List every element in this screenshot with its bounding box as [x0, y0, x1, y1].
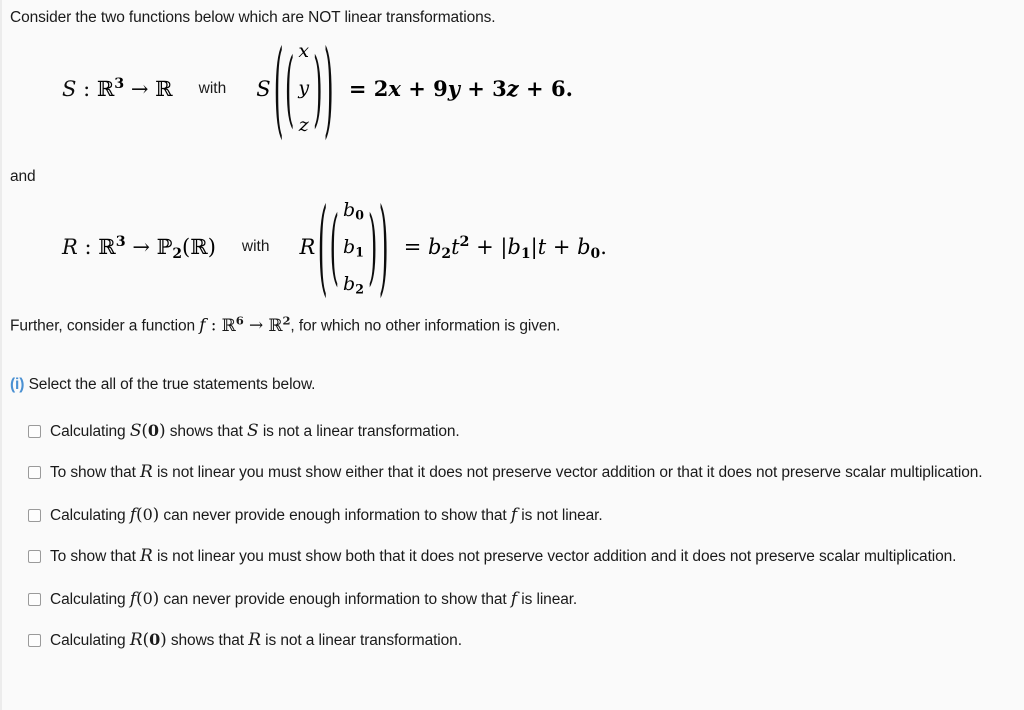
- outer-paren-right: ): [324, 28, 335, 150]
- checkbox-icon[interactable]: [28, 550, 41, 564]
- checkbox-icon[interactable]: [28, 509, 41, 523]
- option-label: Calculating S(0) shows that S is not a l…: [50, 421, 460, 442]
- checkbox-icon[interactable]: [28, 425, 41, 439]
- inner-paren-right: ): [367, 199, 378, 296]
- inner-paren-right: ): [313, 40, 323, 138]
- option-r-either-addition-or-scalar[interactable]: To show that R is not linear you must sh…: [28, 461, 1024, 484]
- option-label: Calculating f(0) can never provide enoug…: [50, 505, 603, 526]
- equation-s-name: S: [62, 77, 77, 102]
- vector-entry: b2: [343, 272, 364, 297]
- option-label: To show that R is not linear you must sh…: [50, 546, 957, 567]
- equation-s-domain: ℝ3: [96, 76, 125, 102]
- equation-r-vector: b0 b1 b2: [340, 192, 367, 303]
- vector-entry: y: [298, 77, 310, 100]
- equation-s-with-label: with: [198, 79, 227, 97]
- equation-r-signature: R : ℝ3 → ℙ2(ℝ): [62, 233, 216, 262]
- option-f-zero-never-show-linear[interactable]: Calculating f(0) can never provide enoug…: [28, 588, 1024, 611]
- intro-text: Consider the two functions below which a…: [10, 9, 496, 26]
- equation-s-rhs: = 2x + 9y + 3z + 6.: [348, 76, 573, 102]
- equation-r: R : ℝ3 → ℙ2(ℝ) with R ( ( b0 b1 b2 ) ) =…: [10, 192, 1024, 303]
- equation-s-signature: S : ℝ3 → ℝ: [62, 76, 173, 102]
- vector-entry: z: [298, 114, 309, 137]
- vector-entry: b0: [343, 198, 364, 223]
- option-label: Calculating f(0) can never provide enoug…: [50, 589, 578, 610]
- content-area: Consider the two functions below which a…: [2, 0, 1024, 652]
- outer-paren-left: (: [318, 186, 328, 309]
- equation-r-with-label: with: [241, 238, 270, 256]
- equation-r-func-label: R: [299, 235, 316, 260]
- option-r-both-addition-and-scalar[interactable]: To show that R is not linear you must sh…: [28, 545, 1024, 568]
- further-prefix: Further, consider a function: [10, 317, 196, 335]
- equation-s-codomain: ℝ: [155, 77, 173, 102]
- question-marker: (i): [10, 375, 25, 393]
- option-f-zero-never-show-not-linear[interactable]: Calculating f(0) can never provide enoug…: [28, 504, 1024, 527]
- question-text: Select the all of the true statements be…: [28, 375, 316, 393]
- worksheet-page: Consider the two functions below which a…: [0, 0, 1024, 710]
- option-s-zero-not-linear[interactable]: Calculating S(0) shows that S is not a l…: [28, 420, 1024, 443]
- equation-s: S : ℝ3 → ℝ with S ( ( x y z ) ) = 2x + 9…: [10, 33, 1024, 144]
- vector-entry: b1: [343, 235, 364, 260]
- checkbox-icon[interactable]: [28, 633, 41, 647]
- outer-paren-right: ): [379, 186, 389, 309]
- further-domain: ℝ6: [221, 313, 244, 336]
- question-prompt: (i) Select the all of the true statement…: [10, 375, 1024, 394]
- option-label: Calculating R(0) shows that R is not a l…: [50, 630, 462, 650]
- equation-r-domain: ℝ3: [98, 233, 126, 259]
- checkbox-icon[interactable]: [28, 593, 41, 607]
- inner-paren-left: (: [329, 199, 340, 296]
- equation-s-func-label: S: [256, 76, 271, 101]
- inner-paren-left: (: [284, 40, 295, 138]
- further-codomain: ℝ2: [268, 313, 291, 336]
- option-r-zero-not-linear[interactable]: Calculating R(0) shows that R is not a l…: [28, 629, 1024, 652]
- further-text: Further, consider a function f : ℝ6 → ℝ2…: [10, 313, 561, 336]
- checkbox-icon[interactable]: [28, 466, 41, 480]
- equation-r-name: R: [62, 234, 78, 259]
- equation-r-rhs: = b2t2 + |b1|t + b0.: [403, 233, 607, 262]
- outer-paren-left: (: [273, 28, 284, 150]
- further-suffix: , for which no other information is give…: [290, 317, 561, 335]
- vector-entry: x: [298, 40, 310, 63]
- options-list: Calculating S(0) shows that S is not a l…: [10, 420, 1024, 652]
- option-label: To show that R is not linear you must sh…: [50, 462, 983, 483]
- conjunction-text: and: [10, 167, 36, 185]
- equation-r-codomain: ℙ2(ℝ): [156, 234, 216, 262]
- equation-s-vector: x y z: [295, 33, 312, 144]
